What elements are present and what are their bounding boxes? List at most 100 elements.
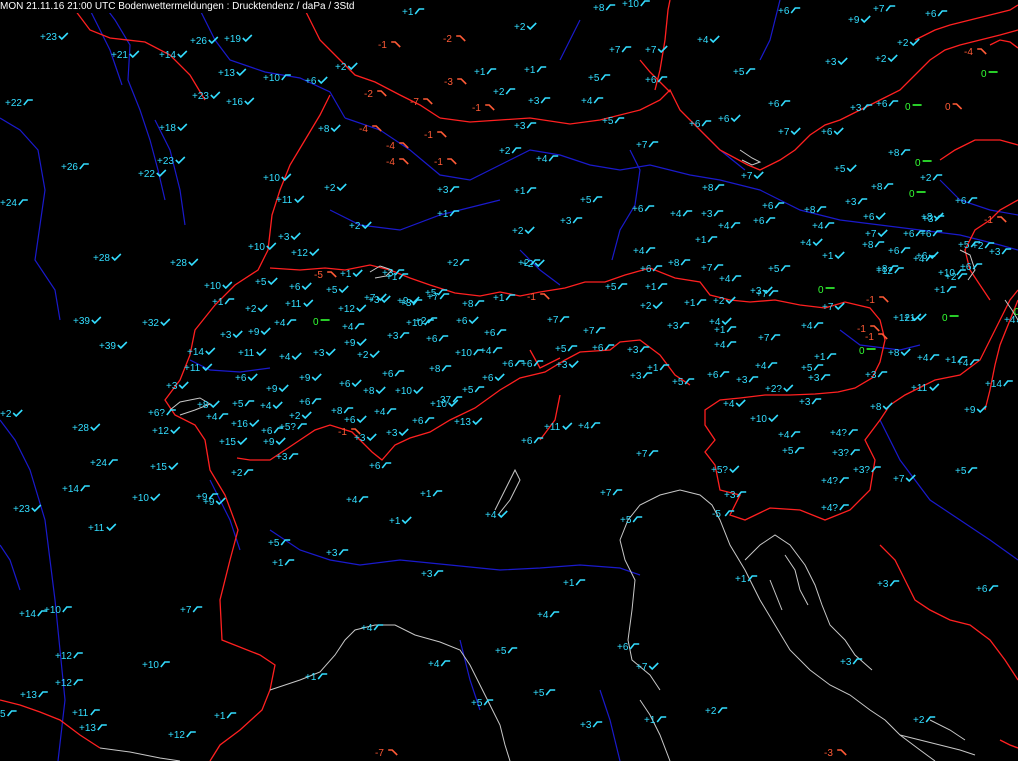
pressure-tendency-value: +5	[232, 399, 244, 410]
pressure-tendency-value: +6	[502, 359, 514, 370]
pressure-tendency-value: +10	[622, 0, 639, 10]
pressure-tendency-value: +3	[808, 373, 820, 384]
pressure-tendency-value: +3	[276, 452, 288, 463]
pressure-tendency-value: +10	[132, 493, 149, 504]
pressure-tendency-value: +6	[689, 119, 701, 130]
pressure-tendency-value: +6	[768, 99, 780, 110]
pressure-tendency-value: +3	[437, 185, 449, 196]
pressure-tendency-value: +8	[871, 182, 883, 193]
pressure-tendency-value: +7	[636, 140, 648, 151]
pressure-tendency-value: +23	[13, 504, 30, 515]
pressure-tendency-value: +5	[782, 446, 794, 457]
pressure-tendency-value: +6	[920, 229, 932, 240]
pressure-tendency-value: +1	[684, 298, 696, 309]
pressure-tendency-value: 0	[981, 69, 987, 80]
pressure-tendency-value: -1	[338, 427, 347, 438]
pressure-tendency-value: +2	[357, 350, 369, 361]
pressure-tendency-value: +6	[235, 373, 247, 384]
pressure-tendency-value: +3	[840, 657, 852, 668]
pressure-tendency-value: +6	[484, 328, 496, 339]
pressure-tendency-value: +1	[212, 297, 224, 308]
pressure-tendency-value: +6	[753, 216, 765, 227]
pressure-tendency-value: +22	[5, 98, 22, 109]
pressure-tendency-value: +14	[62, 484, 79, 495]
pressure-tendency-value: -4	[386, 141, 395, 152]
pressure-tendency-value: +3	[386, 428, 398, 439]
pressure-tendency-value: +8	[888, 348, 900, 359]
pressure-tendency-value: +1	[934, 285, 946, 296]
pressure-tendency-value: +7	[180, 605, 192, 616]
pressure-tendency-value: +4	[428, 659, 440, 670]
pressure-tendency-value: +3	[630, 371, 642, 382]
pressure-tendency-value: +32	[142, 318, 159, 329]
pressure-tendency-value: +6	[925, 9, 937, 20]
pressure-tendency-value: +4	[374, 407, 386, 418]
pressure-tendency-value: +4	[480, 346, 492, 357]
pressure-tendency-value: +1	[647, 363, 659, 374]
pressure-tendency-value: +2?	[765, 384, 782, 395]
pressure-tendency-value: +3	[750, 286, 762, 297]
pressure-tendency-value: +6	[718, 114, 730, 125]
pressure-tendency-value: +4	[755, 361, 767, 372]
pressure-tendency-value: +39	[99, 341, 116, 352]
pressure-tendency-value: +7	[609, 45, 621, 56]
pressure-tendency-value: +3	[627, 345, 639, 356]
pressure-tendency-value: +3	[989, 247, 1001, 258]
pressure-tendency-value: +2	[289, 411, 301, 422]
pressure-tendency-value: +6	[369, 461, 381, 472]
pressure-tendency-value: +11	[285, 299, 302, 310]
pressure-tendency-value: +6	[521, 436, 533, 447]
pressure-tendency-value: +12	[152, 426, 169, 437]
pressure-tendency-value: +4	[274, 318, 286, 329]
pressure-tendency-value: +4	[578, 421, 590, 432]
pressure-tendency-value: +2	[522, 259, 534, 270]
pressure-tendency-value: +14	[187, 347, 204, 358]
pressure-tendency-value: +3	[556, 360, 568, 371]
pressure-tendency-value: +6	[762, 201, 774, 212]
pressure-tendency-value: +1	[420, 489, 432, 500]
pressure-tendency-value: +10	[263, 173, 280, 184]
pressure-tendency-value: +10	[455, 348, 472, 359]
pressure-tendency-value: +1	[735, 574, 747, 585]
pressure-tendency-value: -4	[386, 157, 395, 168]
pressure-tendency-value: +6	[592, 343, 604, 354]
pressure-tendency-value: -2	[443, 34, 452, 45]
pressure-tendency-value: -3	[824, 748, 833, 759]
pressure-tendency-value: +6	[482, 373, 494, 384]
pressure-tendency-value: +4	[718, 221, 730, 232]
pressure-tendency-value: +13	[20, 690, 37, 701]
pressure-tendency-value: +4?	[821, 503, 838, 514]
pressure-tendency-value: +7	[583, 326, 595, 337]
pressure-tendency-value: +6	[960, 262, 972, 273]
pressure-tendency-value: +6	[456, 316, 468, 327]
pressure-tendency-value: +2	[231, 468, 243, 479]
pressure-tendency-value: +7	[893, 474, 905, 485]
pressure-tendency-value: +1	[945, 355, 957, 366]
pressure-tendency-value: +1	[493, 293, 505, 304]
pressure-tendency-value: +6	[903, 229, 915, 240]
pressure-tendency-value: +4	[913, 254, 925, 265]
pressure-tendency-value: +8	[702, 183, 714, 194]
pressure-tendency-value: +21	[111, 50, 128, 61]
pressure-tendency-value: +23	[157, 156, 174, 167]
pressure-tendency-value: +6	[640, 264, 652, 275]
pressure-tendency-value: +7	[547, 315, 559, 326]
pressure-tendency-value: +23	[40, 32, 57, 43]
pressure-tendency-value: +2	[349, 221, 361, 232]
pressure-tendency-value: +2	[713, 296, 725, 307]
pressure-tendency-value: +3	[845, 197, 857, 208]
pressure-tendency-value: +4	[800, 238, 812, 249]
pressure-tendency-value: +3	[514, 121, 526, 132]
pressure-tendency-value: +1	[214, 711, 226, 722]
pressure-tendency-value: +2	[245, 304, 257, 315]
pressure-tendency-value: +7	[636, 662, 648, 673]
pressure-tendency-value: +6	[955, 196, 967, 207]
pressure-tendency-value: +12	[55, 678, 72, 689]
pressure-tendency-value: +3?	[853, 465, 870, 476]
pressure-tendency-value: +6	[632, 204, 644, 215]
pressure-tendency-value: +4	[812, 221, 824, 232]
pressure-tendency-value: +1	[474, 67, 486, 78]
pressure-tendency-value: 0	[818, 285, 824, 296]
pressure-tendency-value: +7	[873, 4, 885, 15]
pressure-tendency-value: +5	[268, 538, 280, 549]
